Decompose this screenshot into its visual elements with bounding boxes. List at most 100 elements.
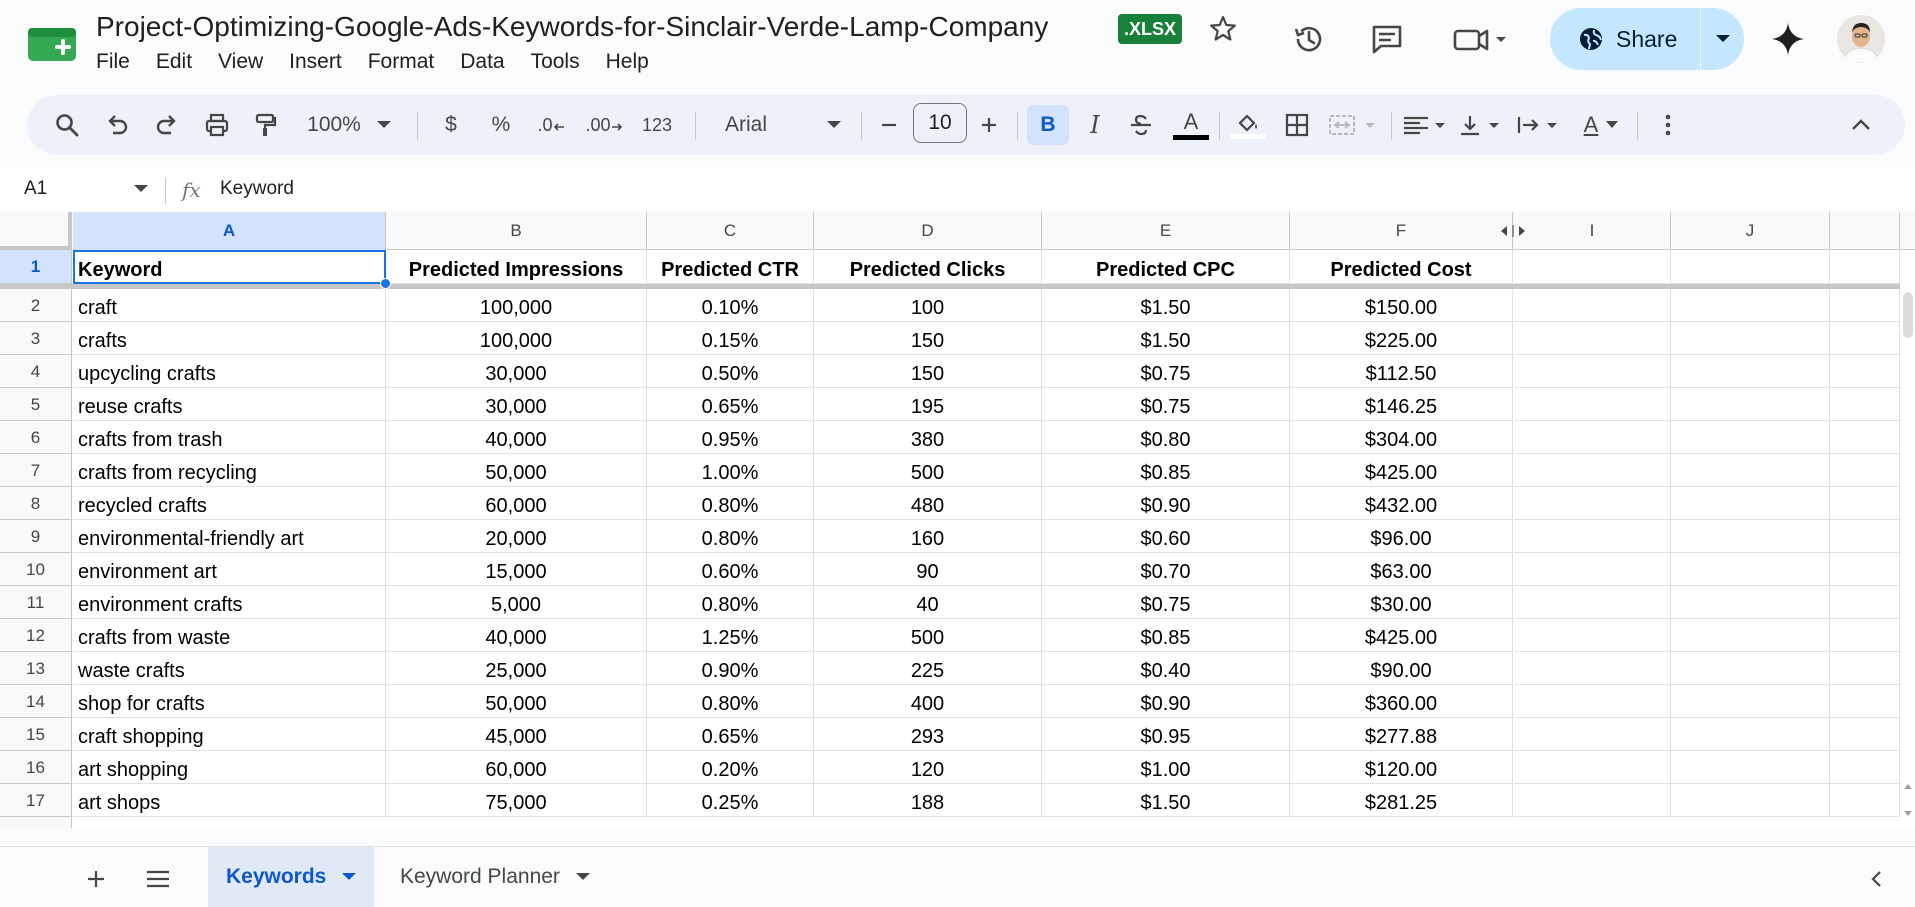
table-cell[interactable]: 40,000	[386, 421, 647, 454]
fill-color-button[interactable]	[1227, 105, 1269, 145]
version-history-button[interactable]	[1288, 18, 1330, 60]
table-cell[interactable]: crafts from trash	[73, 421, 386, 454]
increase-font-size-button[interactable]	[971, 105, 1007, 145]
table-cell[interactable]: 500	[814, 454, 1042, 487]
table-cell[interactable]: 15,000	[386, 553, 647, 586]
table-cell[interactable]: $30.00	[1290, 586, 1513, 619]
increase-decimal-button[interactable]: .00	[579, 105, 629, 145]
table-cell[interactable]: art shops	[73, 784, 386, 817]
decrease-decimal-button[interactable]: .0	[529, 105, 573, 145]
table-cell[interactable]: 75,000	[386, 784, 647, 817]
vertical-scrollbar[interactable]	[1903, 292, 1913, 338]
row-header[interactable]: 14	[0, 685, 72, 718]
table-cell[interactable]: $425.00	[1290, 619, 1513, 652]
table-cell[interactable]: 480	[814, 487, 1042, 520]
table-cell[interactable]: 0.80%	[647, 586, 814, 619]
caret-down-icon[interactable]	[134, 185, 148, 193]
row-header[interactable]: 2	[0, 289, 72, 322]
row-header[interactable]: 8	[0, 487, 72, 520]
empty-cell[interactable]	[1830, 619, 1900, 652]
fill-handle[interactable]	[380, 278, 391, 289]
table-cell[interactable]: 20,000	[386, 520, 647, 553]
text-rotation-button[interactable]: A	[1575, 105, 1627, 145]
column-header-a[interactable]: A	[73, 212, 386, 250]
empty-cell[interactable]	[1830, 553, 1900, 586]
table-cell[interactable]: art shopping	[73, 751, 386, 784]
borders-button[interactable]	[1279, 105, 1315, 145]
table-cell[interactable]: 100,000	[386, 289, 647, 322]
row-header[interactable]: 3	[0, 322, 72, 355]
header-cell[interactable]: Keyword	[73, 250, 386, 284]
menu-help[interactable]: Help	[606, 50, 663, 74]
table-cell[interactable]: $120.00	[1290, 751, 1513, 784]
table-cell[interactable]: reuse crafts	[73, 388, 386, 421]
empty-cell[interactable]	[1671, 751, 1830, 784]
table-cell[interactable]: $0.95	[1042, 718, 1290, 751]
table-cell[interactable]: $112.50	[1290, 355, 1513, 388]
row-header[interactable]	[0, 817, 72, 828]
empty-cell[interactable]	[1671, 553, 1830, 586]
empty-cell[interactable]	[1514, 322, 1671, 355]
empty-cell[interactable]	[1671, 322, 1830, 355]
empty-cell[interactable]	[1671, 784, 1830, 817]
table-cell[interactable]: 60,000	[386, 751, 647, 784]
column-header-b[interactable]: B	[386, 212, 647, 250]
avatar[interactable]	[1837, 15, 1885, 63]
table-cell[interactable]: crafts	[73, 322, 386, 355]
share-button[interactable]: Share	[1550, 8, 1744, 70]
header-cell[interactable]: Predicted Impressions	[386, 250, 647, 284]
table-cell[interactable]: 0.50%	[647, 355, 814, 388]
table-cell[interactable]: environment crafts	[73, 586, 386, 619]
collapse-side-panel-button[interactable]	[1858, 861, 1894, 897]
all-sheets-button[interactable]	[140, 861, 176, 897]
empty-cell[interactable]	[1830, 322, 1900, 355]
row-header[interactable]: 4	[0, 355, 72, 388]
menu-view[interactable]: View	[218, 50, 277, 74]
table-cell[interactable]: 0.25%	[647, 784, 814, 817]
star-icon[interactable]	[1206, 12, 1240, 46]
table-cell[interactable]: $0.85	[1042, 619, 1290, 652]
bold-button[interactable]: B	[1027, 105, 1069, 145]
comments-button[interactable]	[1366, 18, 1408, 60]
decrease-font-size-button[interactable]	[871, 105, 907, 145]
table-cell[interactable]: 225	[814, 652, 1042, 685]
row-header[interactable]: 6	[0, 421, 72, 454]
column-header-i[interactable]: I	[1514, 212, 1671, 250]
format-currency-button[interactable]: $	[433, 105, 469, 145]
table-cell[interactable]: $0.90	[1042, 487, 1290, 520]
empty-cell[interactable]	[1671, 619, 1830, 652]
table-cell[interactable]: 150	[814, 322, 1042, 355]
empty-cell[interactable]	[1830, 751, 1900, 784]
document-title[interactable]: Project-Optimizing-Google-Ads-Keywords-f…	[96, 11, 1048, 43]
meet-button[interactable]	[1450, 18, 1510, 60]
row-header[interactable]: 16	[0, 751, 72, 784]
table-cell[interactable]: upcycling crafts	[73, 355, 386, 388]
empty-cell[interactable]	[1514, 355, 1671, 388]
table-cell[interactable]: 0.65%	[647, 388, 814, 421]
empty-cell[interactable]	[1514, 289, 1671, 322]
empty-cell[interactable]	[1830, 487, 1900, 520]
empty-cell[interactable]	[1830, 421, 1900, 454]
empty-cell[interactable]	[1671, 289, 1830, 322]
header-cell[interactable]: Predicted CPC	[1042, 250, 1290, 284]
caret-down-icon[interactable]	[342, 873, 357, 881]
empty-cell[interactable]	[1671, 421, 1830, 454]
table-cell[interactable]: 0.80%	[647, 487, 814, 520]
table-cell[interactable]: 500	[814, 619, 1042, 652]
column-header-j[interactable]: J	[1671, 212, 1830, 250]
merge-cells-button[interactable]	[1327, 105, 1381, 145]
header-cell[interactable]: Predicted Clicks	[814, 250, 1042, 284]
table-cell[interactable]: $425.00	[1290, 454, 1513, 487]
table-cell[interactable]: $0.75	[1042, 586, 1290, 619]
empty-cell[interactable]	[1671, 520, 1830, 553]
empty-cell[interactable]	[1514, 586, 1671, 619]
empty-cell[interactable]	[1514, 250, 1671, 284]
table-cell[interactable]: crafts from waste	[73, 619, 386, 652]
text-color-button[interactable]: A	[1171, 105, 1211, 145]
horizontal-align-button[interactable]	[1401, 105, 1453, 145]
table-cell[interactable]: 30,000	[386, 355, 647, 388]
table-cell[interactable]: 0.90%	[647, 652, 814, 685]
table-cell[interactable]: 40	[814, 586, 1042, 619]
table-cell[interactable]: $0.90	[1042, 685, 1290, 718]
table-cell[interactable]: environmental-friendly art	[73, 520, 386, 553]
